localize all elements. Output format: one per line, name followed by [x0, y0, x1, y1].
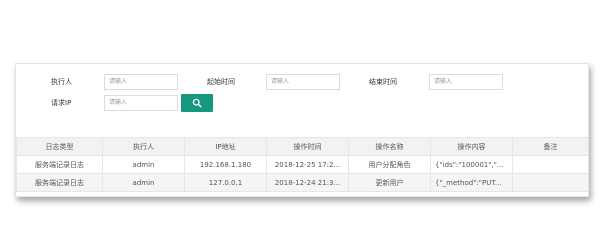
cell-time: 2018-12-25 17:2...	[266, 155, 349, 174]
cell-log-type: 服务端记录日志	[16, 155, 103, 174]
cell-remark	[512, 173, 589, 192]
cell-executor: admin	[102, 155, 185, 174]
executor-input[interactable]: 请输入	[104, 74, 178, 90]
request-ip-label: 请求IP	[51, 99, 72, 107]
cell-operation-content: {"ids":"100001","...	[430, 155, 513, 174]
table-row[interactable]: 服务端记录日志 admin 192.168.1.180 2018-12-25 1…	[16, 155, 589, 174]
search-icon	[192, 98, 202, 108]
cell-operation-content: {"_method":"PUT...	[430, 173, 513, 192]
start-time-label: 起始时间	[207, 78, 235, 86]
cell-time: 2018-12-24 21:3...	[266, 173, 349, 192]
search-form: 执行人 请输入 起始时间 请输入 结束时间 请输入 请求IP 请输入	[16, 64, 588, 119]
cell-operation-name: 更新用户	[348, 173, 431, 192]
search-button[interactable]	[181, 94, 213, 112]
cell-operation-name: 用户分配角色	[348, 155, 431, 174]
column-header-remark[interactable]: 备注	[512, 137, 589, 156]
log-table-container: 日志类型 执行人 IP地址 操作时间 操作名称 操作内容 备注 服务端记录日志 …	[16, 137, 589, 193]
executor-label: 执行人	[51, 78, 72, 86]
log-query-panel: 执行人 请输入 起始时间 请输入 结束时间 请输入 请求IP 请输入 日志类型 …	[15, 63, 589, 197]
cell-executor: admin	[102, 173, 185, 192]
start-time-input[interactable]: 请输入	[266, 74, 340, 90]
column-header-executor[interactable]: 执行人	[102, 137, 185, 156]
request-ip-input[interactable]: 请输入	[104, 95, 178, 111]
table-header-row: 日志类型 执行人 IP地址 操作时间 操作名称 操作内容 备注	[16, 137, 589, 156]
cell-log-type: 服务端记录日志	[16, 173, 103, 192]
log-table: 日志类型 执行人 IP地址 操作时间 操作名称 操作内容 备注 服务端记录日志 …	[16, 137, 589, 192]
end-time-input[interactable]: 请输入	[429, 74, 503, 90]
cell-ip: 127.0.0.1	[184, 173, 267, 192]
cell-remark	[512, 155, 589, 174]
column-header-log-type[interactable]: 日志类型	[16, 137, 103, 156]
column-header-ip[interactable]: IP地址	[184, 137, 267, 156]
table-row[interactable]: 服务端记录日志 admin 127.0.0.1 2018-12-24 21:3.…	[16, 173, 589, 192]
end-time-label: 结束时间	[369, 78, 397, 86]
column-header-time[interactable]: 操作时间	[266, 137, 349, 156]
column-header-operation-name[interactable]: 操作名称	[348, 137, 431, 156]
column-header-operation-content[interactable]: 操作内容	[430, 137, 513, 156]
cell-ip: 192.168.1.180	[184, 155, 267, 174]
